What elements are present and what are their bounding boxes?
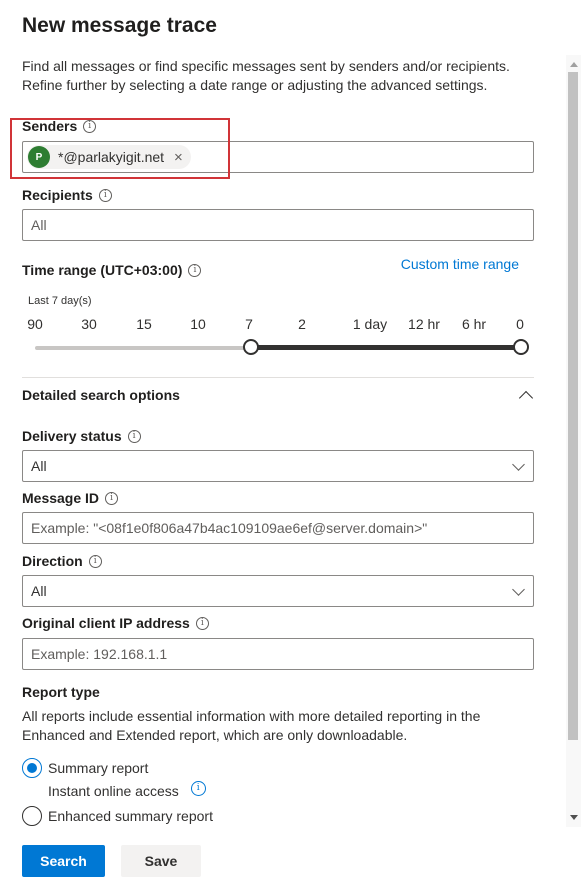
detailed-options-title[interactable]: Detailed search options [22, 387, 180, 403]
tick-label: 12 hr [408, 316, 440, 332]
info-icon[interactable]: i [127, 429, 141, 443]
client-ip-input[interactable]: Example: 192.168.1.1 [22, 638, 534, 670]
info-icon[interactable]: i [188, 263, 202, 277]
message-trace-panel: New message trace Find all messages or f… [0, 0, 566, 888]
direction-label: Direction i [22, 553, 102, 569]
chevron-down-icon [512, 583, 525, 596]
report-type-description: All reports include essential informatio… [22, 708, 481, 743]
highlight-box [10, 118, 230, 179]
custom-time-range-link[interactable]: Custom time range [401, 256, 519, 272]
summary-report-sublabel-text: Instant online access [48, 783, 179, 799]
slider-caption: Last 7 day(s) [28, 295, 92, 307]
tick-label: 30 [81, 316, 97, 332]
tick-label: 15 [136, 316, 152, 332]
slider-ticks: 90 30 15 10 7 2 1 day 12 hr 6 hr 0 [22, 316, 534, 334]
tick-label: 7 [245, 316, 253, 332]
scroll-down-arrow-icon[interactable] [570, 815, 578, 820]
delivery-status-dropdown[interactable]: All [22, 450, 534, 482]
tick-label: 6 hr [461, 316, 487, 332]
client-ip-placeholder: Example: 192.168.1.1 [31, 646, 168, 662]
delivery-status-label-text: Delivery status [22, 428, 122, 444]
info-icon[interactable]: i [98, 188, 112, 202]
save-button[interactable]: Save [121, 845, 201, 877]
tick-label: 0 [516, 316, 524, 332]
summary-report-label[interactable]: Summary report [48, 760, 148, 776]
enhanced-summary-report-radio[interactable] [22, 806, 42, 826]
time-range-label-text: Time range (UTC+03:00) [22, 262, 183, 278]
report-type-label: Report type [22, 684, 100, 700]
search-button[interactable]: Search [22, 845, 105, 877]
chevron-up-icon[interactable] [518, 390, 534, 406]
direction-value: All [31, 583, 47, 599]
divider [22, 377, 534, 378]
message-id-label-text: Message ID [22, 490, 100, 506]
page-description: Find all messages or find specific messa… [22, 58, 510, 93]
delivery-status-label: Delivery status i [22, 428, 141, 444]
tick-label: 2 [298, 316, 306, 332]
info-icon[interactable]: i [88, 554, 102, 568]
summary-report-sublabel: Instant online access i [48, 780, 206, 799]
recipients-label-text: Recipients [22, 187, 93, 203]
slider-end-handle[interactable] [513, 339, 529, 355]
message-id-input[interactable]: Example: "<08f1e0f806a47b4ac109109ae6ef@… [22, 512, 534, 544]
client-ip-label: Original client IP address i [22, 615, 209, 631]
scrollbar-thumb[interactable] [568, 72, 578, 740]
direction-label-text: Direction [22, 553, 83, 569]
enhanced-summary-report-label[interactable]: Enhanced summary report [48, 808, 213, 824]
tick-label: 10 [190, 316, 206, 332]
info-icon[interactable]: i [105, 491, 119, 505]
client-ip-label-text: Original client IP address [22, 615, 190, 631]
info-icon[interactable]: i [190, 780, 206, 796]
delivery-status-value: All [31, 458, 47, 474]
time-range-label: Time range (UTC+03:00) i [22, 262, 202, 278]
tick-label: 90 [27, 316, 43, 332]
summary-report-radio[interactable] [22, 758, 42, 778]
recipients-input[interactable]: All [22, 209, 534, 241]
message-id-label: Message ID i [22, 490, 119, 506]
direction-dropdown[interactable]: All [22, 575, 534, 607]
chevron-down-icon [512, 458, 525, 471]
page-title: New message trace [22, 14, 217, 37]
recipients-placeholder: All [31, 217, 47, 233]
tick-label: 1 day [352, 316, 388, 332]
slider-start-handle[interactable] [243, 339, 259, 355]
slider-range-fill [251, 345, 521, 350]
message-id-placeholder: Example: "<08f1e0f806a47b4ac109109ae6ef@… [31, 520, 428, 536]
recipients-label: Recipients i [22, 187, 112, 203]
scroll-up-arrow-icon[interactable] [570, 62, 578, 67]
info-icon[interactable]: i [195, 616, 209, 630]
